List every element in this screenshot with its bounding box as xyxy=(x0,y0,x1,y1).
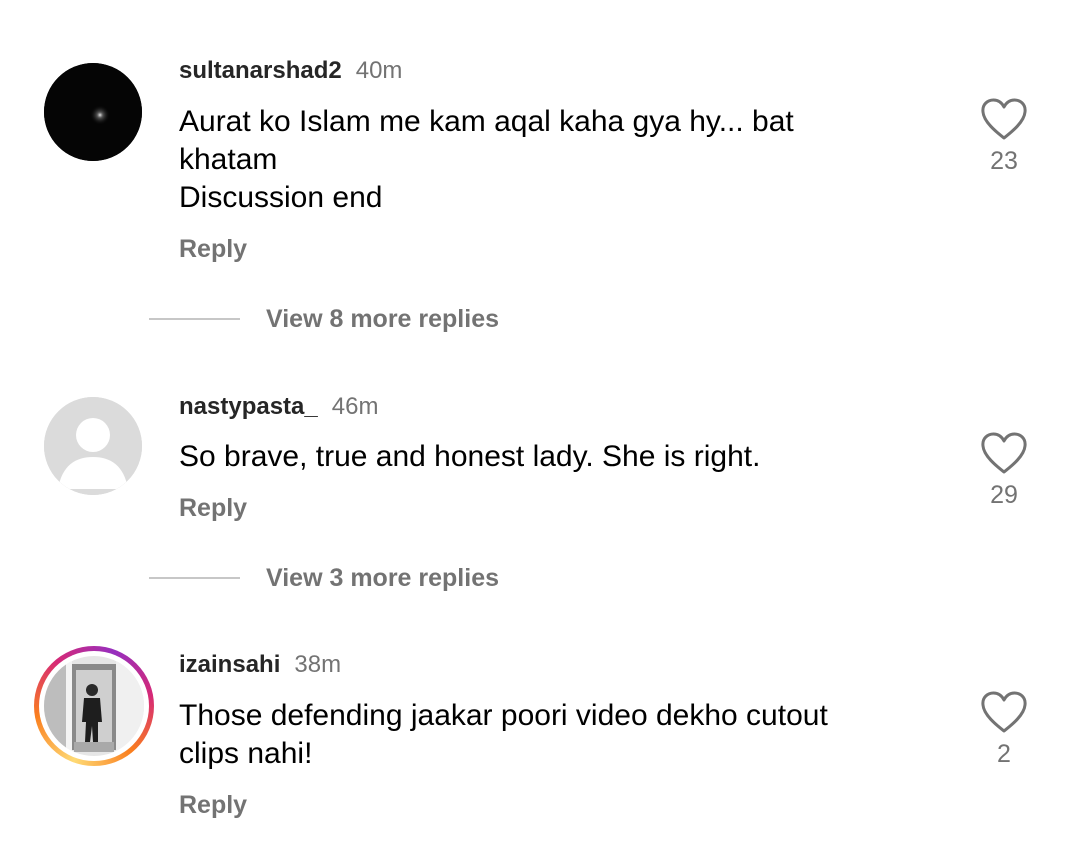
like-count: 23 xyxy=(990,147,1018,175)
comment-text-line: clips nahi! xyxy=(179,737,313,770)
divider xyxy=(149,318,240,320)
comment-text: Aurat ko Islam me kam aqal kaha gya hy..… xyxy=(179,103,939,217)
reply-button[interactable]: Reply xyxy=(179,235,247,264)
comment-text-line: So brave, true and honest lady. She is r… xyxy=(179,440,761,473)
comment-text-line: Discussion end xyxy=(179,181,383,214)
like-control: 2 xyxy=(974,690,1034,769)
view-more-replies-label: View 8 more replies xyxy=(266,304,499,333)
comment-text-line: Aurat ko Islam me kam aqal kaha gya hy..… xyxy=(179,105,794,138)
avatar[interactable] xyxy=(34,646,154,766)
like-count: 2 xyxy=(997,740,1011,768)
heart-outline-icon[interactable] xyxy=(980,97,1028,141)
heart-outline-icon[interactable] xyxy=(980,431,1028,475)
avatar[interactable] xyxy=(44,63,142,161)
heart-outline-icon[interactable] xyxy=(980,690,1028,734)
comment-time: 46m xyxy=(331,393,379,420)
comment-username-line: nastypasta_ 46m xyxy=(179,393,378,421)
comment-text-line: Those defending jaakar poori video dekho… xyxy=(179,699,828,732)
view-more-replies-label: View 3 more replies xyxy=(266,563,499,592)
avatar[interactable] xyxy=(44,397,142,495)
username[interactable]: sultanarshad2 xyxy=(179,57,342,84)
view-more-replies-button[interactable]: View 8 more replies xyxy=(149,301,499,337)
profile-photo xyxy=(44,656,144,756)
comment-time: 38m xyxy=(294,651,342,678)
comment-text: Those defending jaakar poori video dekho… xyxy=(179,697,939,773)
like-count: 29 xyxy=(990,481,1018,509)
default-user-icon xyxy=(44,397,142,495)
view-more-replies-button[interactable]: View 3 more replies xyxy=(149,560,499,596)
comment-time: 40m xyxy=(355,57,403,84)
divider xyxy=(149,577,240,579)
username[interactable]: nastypasta_ xyxy=(179,393,318,420)
reply-button[interactable]: Reply xyxy=(179,494,247,523)
like-control: 29 xyxy=(974,431,1034,510)
comment-text-line: khatam xyxy=(179,143,278,176)
like-control: 23 xyxy=(974,97,1034,176)
reply-button[interactable]: Reply xyxy=(179,791,247,820)
comment-username-line: izainsahi 38m xyxy=(179,651,341,679)
comment-username-line: sultanarshad2 40m xyxy=(179,57,402,85)
username[interactable]: izainsahi xyxy=(179,651,280,678)
comment-text: So brave, true and honest lady. She is r… xyxy=(179,438,939,476)
